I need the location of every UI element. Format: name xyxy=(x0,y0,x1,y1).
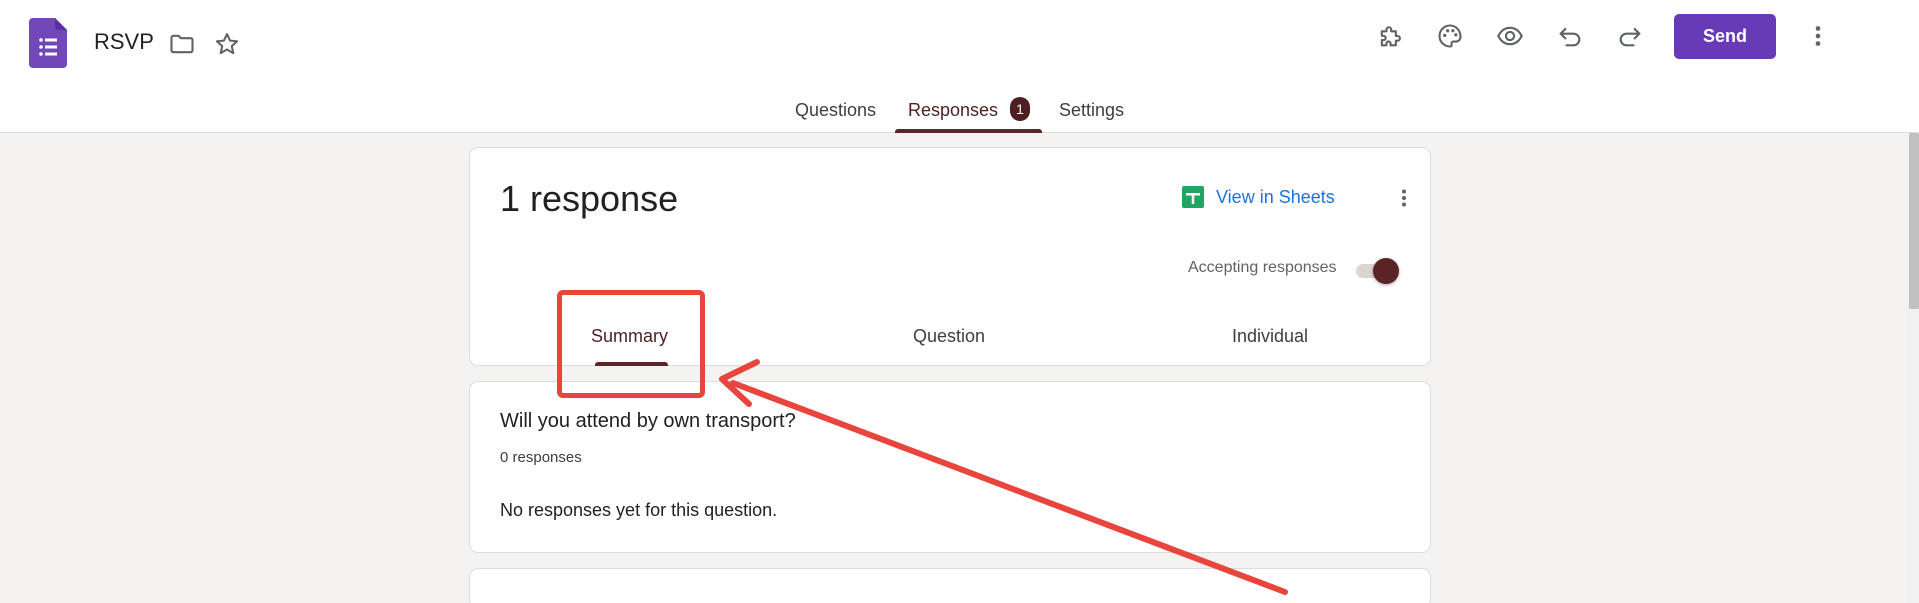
active-subtab-indicator xyxy=(595,362,668,366)
view-in-sheets-button[interactable]: View in Sheets xyxy=(1182,186,1335,208)
sheets-icon xyxy=(1182,186,1204,208)
scrollbar-thumb[interactable] xyxy=(1909,133,1919,309)
responses-count-badge: 1 xyxy=(1010,97,1030,121)
subtab-summary[interactable]: Summary xyxy=(591,326,668,347)
tab-settings[interactable]: Settings xyxy=(1059,100,1124,121)
folder-icon[interactable] xyxy=(162,24,202,64)
responses-more-icon[interactable] xyxy=(1390,184,1418,212)
tab-responses[interactable]: Responses xyxy=(908,100,998,121)
app-header: RSVP Send Questions Responses 1 Settings xyxy=(0,0,1919,133)
preview-eye-icon[interactable] xyxy=(1490,16,1530,56)
page-scrollbar[interactable] xyxy=(1906,133,1919,603)
toggle-thumb xyxy=(1373,258,1399,284)
forms-logo-icon[interactable] xyxy=(29,18,67,68)
accepting-responses-label: Accepting responses xyxy=(1188,259,1337,276)
active-tab-indicator xyxy=(895,129,1042,133)
question-response-count: 0 responses xyxy=(500,449,582,466)
view-in-sheets-label: View in Sheets xyxy=(1216,186,1335,207)
responses-summary-card: 1 response View in Sheets Accepting resp… xyxy=(469,147,1431,366)
tab-questions[interactable]: Questions xyxy=(795,100,876,121)
redo-icon[interactable] xyxy=(1610,16,1650,56)
question-summary-card: Will you attend by own transport? 0 resp… xyxy=(469,381,1431,553)
form-title[interactable]: RSVP xyxy=(94,29,154,55)
subtab-question[interactable]: Question xyxy=(913,326,985,347)
accepting-responses-toggle[interactable] xyxy=(1353,256,1401,284)
question-title: Will you attend by own transport? xyxy=(500,410,796,432)
next-question-card xyxy=(469,568,1431,603)
undo-icon[interactable] xyxy=(1550,16,1590,56)
more-vert-icon[interactable] xyxy=(1798,16,1838,56)
response-count-heading: 1 response xyxy=(500,178,679,219)
send-button[interactable]: Send xyxy=(1674,14,1776,59)
no-responses-message: No responses yet for this question. xyxy=(500,500,778,520)
addon-puzzle-icon[interactable] xyxy=(1370,16,1410,56)
form-tabs: Questions Responses 1 Settings xyxy=(0,92,1919,133)
subtab-individual[interactable]: Individual xyxy=(1232,326,1308,347)
palette-icon[interactable] xyxy=(1430,16,1470,56)
star-icon[interactable] xyxy=(207,24,247,64)
